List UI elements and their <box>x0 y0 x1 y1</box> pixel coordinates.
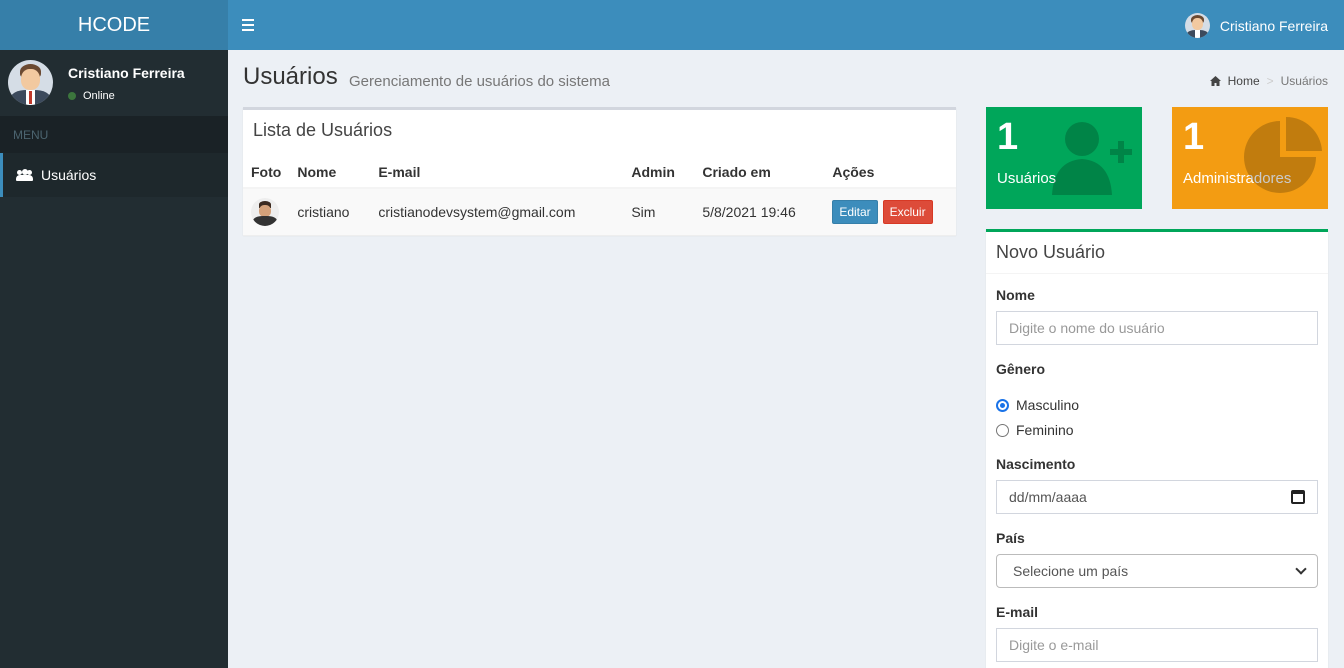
column-header-admin: Admin <box>623 157 695 189</box>
column-header-foto: Foto <box>243 157 290 189</box>
user-photo-cell <box>243 188 290 236</box>
breadcrumb-current: Usuários <box>1280 74 1328 88</box>
new-user-form: Novo Usuário Nome Gênero Masculino Femin… <box>986 229 1328 668</box>
gender-radio-masculino[interactable]: Masculino <box>996 397 1079 413</box>
radio-label: Masculino <box>1016 397 1080 413</box>
avatar <box>1184 13 1210 38</box>
sidebar-item-usuarios[interactable]: Usuários <box>0 153 228 197</box>
calendar-icon[interactable] <box>1291 490 1305 504</box>
table-row: cristiano cristianodevsystem@gmail.com S… <box>243 188 956 236</box>
user-list-box: Lista de Usuários Foto Nome E-mail Admin… <box>243 107 956 236</box>
user-menu[interactable]: Cristiano Ferreira <box>1184 13 1328 38</box>
status-label: Online <box>83 90 115 102</box>
name-label: Nome <box>996 287 1035 303</box>
user-created-cell: 5/8/2021 19:46 <box>694 188 825 236</box>
country-label: País <box>996 530 1025 546</box>
user-panel: Cristiano Ferreira Online <box>0 50 228 116</box>
email-input[interactable] <box>996 628 1318 662</box>
page-title: Usuários <box>243 63 338 90</box>
users-stat-label: Usuários <box>997 170 1057 187</box>
nav-user-name: Cristiano Ferreira <box>1219 17 1328 34</box>
user-list-title: Lista de Usuários <box>253 120 393 140</box>
gender-label: Gênero <box>996 361 1046 377</box>
country-selected-value: Selecione um país <box>1013 563 1129 579</box>
delete-button[interactable]: Excluir <box>882 199 933 224</box>
chevron-down-icon <box>1295 563 1307 575</box>
breadcrumb-separator: > <box>1266 74 1274 88</box>
birth-label: Nascimento <box>996 456 1076 472</box>
online-status: Online <box>68 90 115 102</box>
sidebar-user-name: Cristiano Ferreira <box>68 65 185 81</box>
users-icon <box>16 169 33 181</box>
sidebar: Cristiano Ferreira Online MENU Usuários <box>0 50 228 668</box>
user-plus-icon <box>1052 122 1132 195</box>
logo[interactable]: HCODE <box>0 0 228 50</box>
pie-chart-icon <box>1244 117 1322 193</box>
user-actions-cell: Editar Excluir <box>824 188 956 236</box>
user-email-cell: cristianodevsystem@gmail.com <box>370 188 624 236</box>
form-title: Novo Usuário <box>996 242 1106 262</box>
radio-label: Feminino <box>1016 422 1074 438</box>
top-navbar: Cristiano Ferreira <box>228 0 1344 50</box>
users-stat-box: 1 Usuários <box>986 107 1142 209</box>
user-name-cell: cristiano <box>289 188 371 236</box>
users-count: 1 <box>997 116 1019 158</box>
breadcrumb: Home > Usuários <box>1209 74 1328 88</box>
birth-date-input[interactable]: dd/mm/aaaa <box>996 480 1318 514</box>
radio-unchecked-icon <box>996 423 1009 437</box>
gender-radio-feminino[interactable]: Feminino <box>996 422 1074 438</box>
sidebar-toggle-icon[interactable] <box>242 17 254 33</box>
column-header-nome: Nome <box>289 157 371 189</box>
radio-checked-icon <box>996 398 1009 412</box>
name-input[interactable] <box>996 311 1318 345</box>
column-header-criado-em: Criado em <box>694 157 825 189</box>
logo-text: HCODE <box>77 13 151 36</box>
country-select[interactable]: Selecione um país <box>996 554 1318 588</box>
status-dot-icon <box>68 92 76 100</box>
date-placeholder: dd/mm/aaaa <box>1009 489 1087 505</box>
edit-button[interactable]: Editar <box>832 199 878 224</box>
home-icon <box>1209 76 1221 86</box>
user-photo <box>251 197 279 226</box>
avatar <box>8 60 53 105</box>
user-admin-cell: Sim <box>623 188 695 236</box>
email-label: E-mail <box>996 604 1039 620</box>
column-header-email: E-mail <box>370 157 624 189</box>
table-header-row: Foto Nome E-mail Admin Criado em Ações <box>243 157 956 189</box>
admins-stat-box: 1 Administradores <box>1172 107 1328 209</box>
form-divider <box>986 273 1328 274</box>
admins-count: 1 <box>1183 116 1205 158</box>
page-subtitle: Gerenciamento de usuários do sistema <box>349 73 610 90</box>
breadcrumb-home-link[interactable]: Home <box>1228 74 1260 88</box>
menu-header: MENU <box>0 116 228 153</box>
user-table: Foto Nome E-mail Admin Criado em Ações c… <box>243 157 956 236</box>
column-header-acoes: Ações <box>824 157 956 189</box>
sidebar-item-label: Usuários <box>41 167 97 183</box>
